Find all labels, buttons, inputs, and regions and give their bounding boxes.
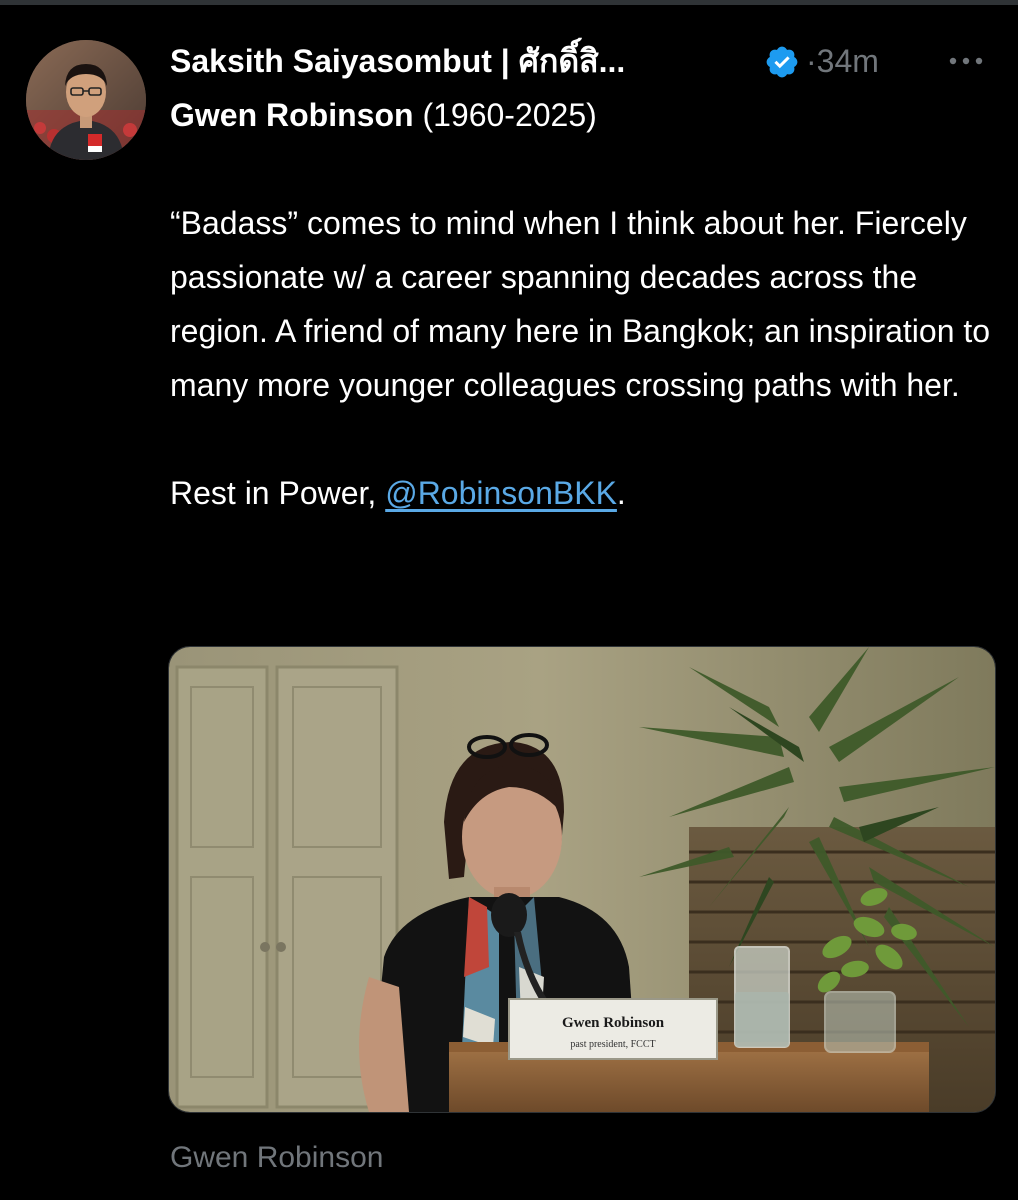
post-title-line: Gwen Robinson (1960-2025): [170, 92, 1000, 138]
verified-badge-icon: [766, 46, 798, 78]
media-caption: Gwen Robinson: [170, 1141, 384, 1174]
subject-name: Gwen Robinson: [170, 97, 414, 133]
closing-line: Rest in Power, @RobinsonBKK.: [170, 475, 626, 511]
post-header: Saksith Saiyasombut | ศักดิ์สิ... ·34m: [170, 38, 990, 84]
top-divider: [0, 0, 1018, 5]
post-paragraph: “Badass” comes to mind when I think abou…: [170, 205, 991, 403]
author-display-name[interactable]: Saksith Saiyasombut | ศักดิ์สิ...: [170, 38, 625, 84]
mention-link[interactable]: @RobinsonBKK: [385, 475, 617, 511]
nameplate-name: Gwen Robinson: [562, 1015, 665, 1031]
more-options-icon[interactable]: [944, 48, 988, 74]
nameplate-title: past president, FCCT: [570, 1039, 655, 1050]
post-text: Gwen Robinson (1960-2025) “Badass” comes…: [170, 92, 1000, 520]
post-timestamp[interactable]: ·34m: [806, 38, 879, 84]
author-avatar[interactable]: [26, 40, 146, 160]
subject-years: (1960-2025): [413, 97, 597, 133]
post-media-image[interactable]: Gwen Robinson past president, FCCT: [168, 646, 996, 1113]
